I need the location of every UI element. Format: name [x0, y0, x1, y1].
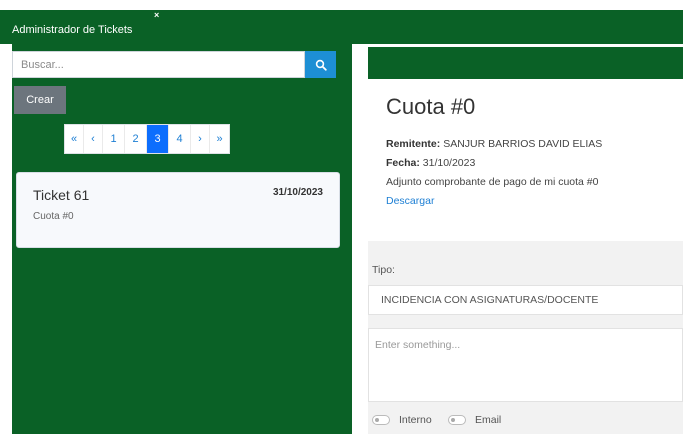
create-button[interactable]: Crear: [14, 86, 66, 114]
page-4[interactable]: 4: [169, 125, 191, 153]
detail-message: Adjunto comprobante de pago de mi cuota …: [386, 176, 599, 188]
ticket-title: Ticket 61: [33, 187, 90, 203]
page-3-active[interactable]: 3: [147, 125, 169, 153]
internal-label: Interno: [399, 414, 432, 426]
sender-label: Remitente:: [386, 138, 441, 150]
page-2[interactable]: 2: [125, 125, 147, 153]
page-next[interactable]: ›: [191, 125, 210, 153]
internal-toggle[interactable]: [372, 415, 390, 425]
sender-value: SANJUR BARRIOS DAVID ELIAS: [443, 138, 603, 150]
search-input[interactable]: [12, 51, 305, 78]
page-first[interactable]: «: [65, 125, 84, 153]
download-link[interactable]: Descargar: [386, 195, 434, 207]
detail-title: Cuota #0: [386, 94, 476, 119]
type-select[interactable]: INCIDENCIA CON ASIGNATURAS/DOCENTE: [368, 285, 683, 315]
close-icon[interactable]: ×: [154, 10, 159, 20]
email-toggle[interactable]: [448, 415, 466, 425]
type-label: Tipo:: [372, 264, 395, 276]
detail-date: Fecha: 31/10/2023: [386, 157, 475, 169]
date-value: 31/10/2023: [422, 157, 476, 169]
ticket-date: 31/10/2023: [272, 187, 323, 198]
email-label: Email: [475, 414, 502, 426]
reply-textarea[interactable]: Enter something...: [368, 328, 683, 402]
search-icon: [315, 59, 327, 71]
pagination: « ‹ 1 2 3 4 › »: [64, 124, 230, 154]
date-label: Fecha:: [386, 157, 420, 169]
detail-sender: Remitente: SANJUR BARRIOS DAVID ELIAS: [386, 138, 602, 150]
app-title: Administrador de Tickets: [12, 24, 133, 36]
detail-header-bar: [368, 47, 683, 79]
page-1[interactable]: 1: [103, 125, 125, 153]
page-prev[interactable]: ‹: [84, 125, 103, 153]
page-last[interactable]: »: [210, 125, 229, 153]
search-button[interactable]: [305, 51, 336, 78]
ticket-subject: Cuota #0: [33, 211, 74, 222]
ticket-list-item[interactable]: Ticket 61 31/10/2023 Cuota #0: [16, 172, 340, 248]
app-titlebar: Administrador de Tickets ×: [0, 10, 683, 44]
